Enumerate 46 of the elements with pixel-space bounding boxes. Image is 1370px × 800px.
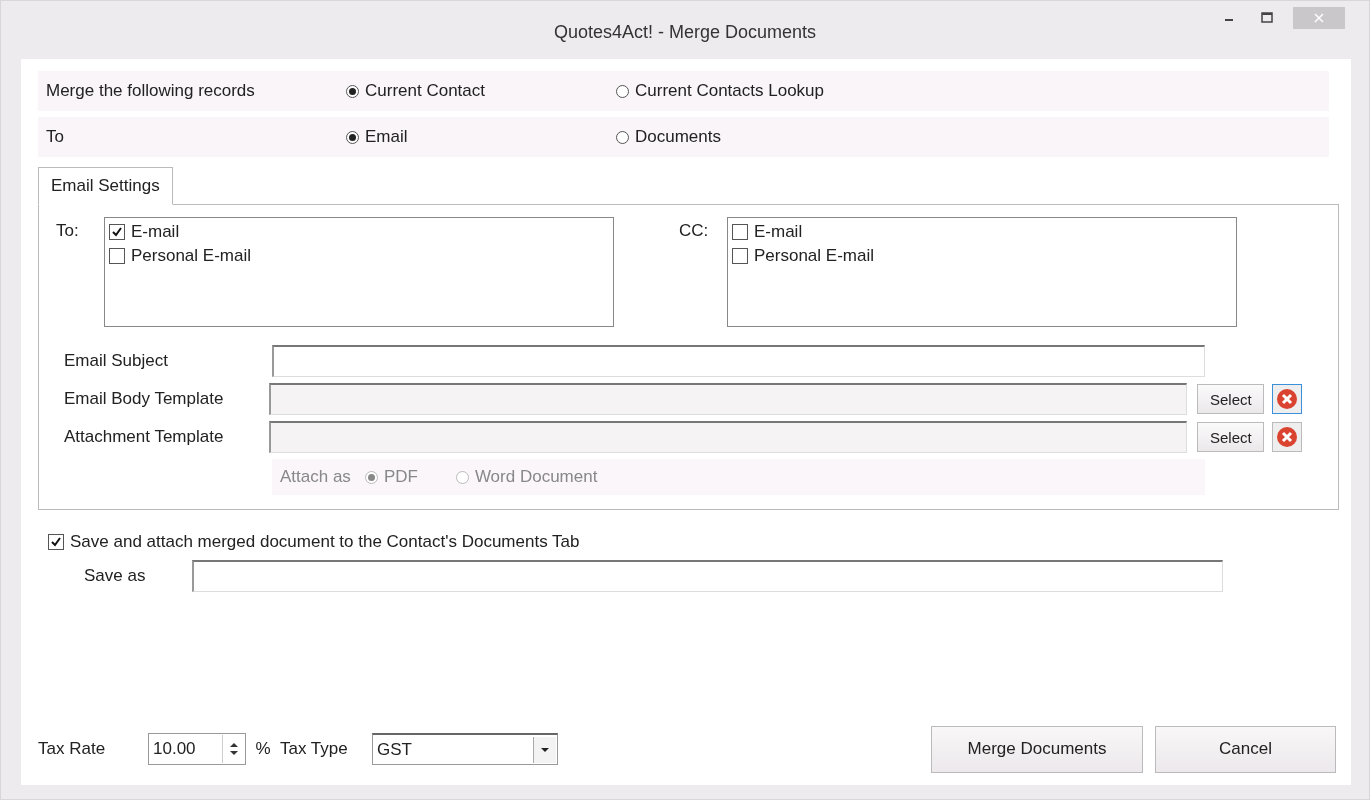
dialog-button[interactable]: Merge Documents bbox=[931, 725, 1143, 773]
input-field[interactable] bbox=[192, 560, 1223, 592]
checkbox[interactable] bbox=[732, 224, 748, 240]
radio-button[interactable] bbox=[346, 84, 359, 98]
caret-icon bbox=[540, 746, 550, 753]
radio-label: Current Contacts Lookup bbox=[635, 81, 824, 101]
radio-label: Documents bbox=[635, 127, 721, 147]
list-label: CC: bbox=[679, 220, 710, 242]
checkbox[interactable] bbox=[48, 534, 64, 550]
spin-arrows-icon[interactable] bbox=[229, 740, 239, 758]
checkbox-label: Personal E-mail bbox=[131, 246, 251, 266]
close-icon bbox=[1314, 13, 1324, 23]
field-label: Attachment Template bbox=[64, 427, 225, 447]
tab[interactable]: Email Settings bbox=[38, 167, 173, 205]
window-title: Quotes4Act! - Merge Documents bbox=[553, 20, 817, 43]
checkbox-label: E-mail bbox=[131, 222, 180, 242]
radio-button[interactable] bbox=[616, 84, 629, 98]
remove-icon bbox=[1276, 426, 1299, 448]
radio-button[interactable] bbox=[616, 130, 629, 144]
field-label: Tax Rate bbox=[38, 739, 107, 759]
number-spinner[interactable]: 10.00 bbox=[148, 733, 246, 765]
field-label: Email Body Template bbox=[64, 389, 225, 409]
list-label: To: bbox=[56, 220, 80, 242]
input-field[interactable] bbox=[272, 345, 1205, 377]
radio-label: Email bbox=[365, 127, 408, 147]
field-label: Email Subject bbox=[64, 351, 169, 371]
radio-label: Word Document bbox=[474, 467, 598, 487]
attach-label: Attach as bbox=[280, 467, 351, 487]
radio-label: PDF bbox=[383, 467, 418, 487]
checkbox[interactable] bbox=[109, 224, 125, 240]
checkbox-label: E-mail bbox=[754, 222, 803, 242]
checkbox[interactable] bbox=[109, 248, 125, 264]
maximize-icon bbox=[1261, 12, 1273, 24]
radio-label: Current Contact bbox=[365, 81, 485, 101]
remove-icon bbox=[1276, 388, 1299, 410]
checkbox-label: Save and attach merged document to the Contact's Documents Tab bbox=[70, 532, 580, 552]
tax-type-dropdown[interactable]: GST bbox=[372, 733, 558, 765]
field-label: Tax Type bbox=[280, 739, 349, 759]
checkbox-label: Personal E-mail bbox=[754, 246, 874, 266]
option-label: To bbox=[46, 127, 65, 147]
field-label: Save as bbox=[84, 566, 147, 586]
option-label: Merge the following records bbox=[46, 81, 256, 101]
checkbox[interactable] bbox=[732, 248, 748, 264]
unit-label: % bbox=[254, 739, 272, 759]
radio-button[interactable] bbox=[346, 130, 359, 144]
dialog-button[interactable]: Cancel bbox=[1155, 725, 1336, 773]
